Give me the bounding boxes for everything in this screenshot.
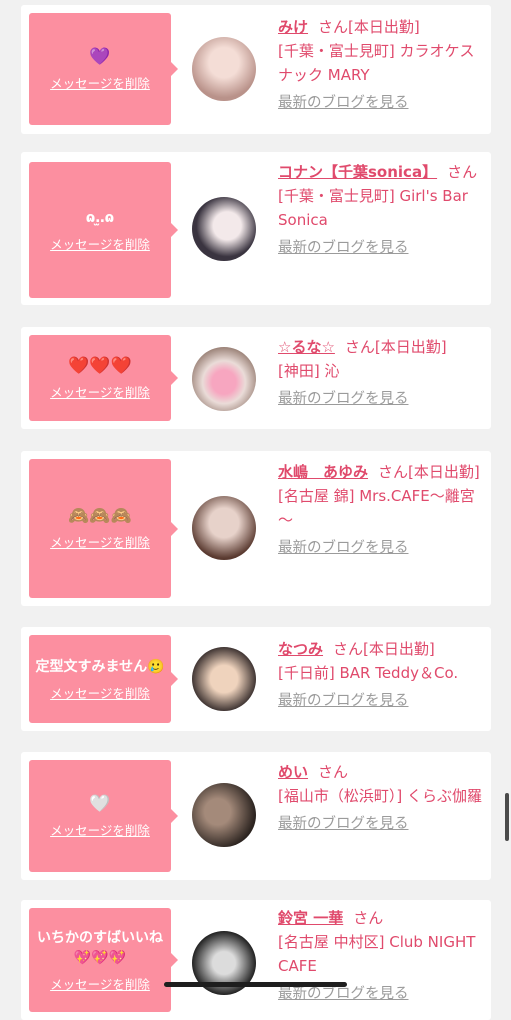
cast-name-link[interactable]: みけ	[278, 18, 308, 36]
cast-info: なつみ さん[本日出勤] [千日前] BAR Teddy＆Co. 最新のブログを見…	[278, 637, 485, 713]
shop-name: [神田] 沁	[278, 362, 340, 380]
honorific: さん	[333, 640, 364, 658]
delete-message-link[interactable]: メッセージを削除	[50, 683, 150, 702]
message-card: 🙈🙈🙈 メッセージを削除 水嶋 あゆみ さん[本日出勤] [名古屋 錦] Mrs.…	[21, 451, 491, 606]
delete-message-link[interactable]: メッセージを削除	[50, 532, 150, 551]
avatar[interactable]	[192, 37, 256, 101]
cast-name-link[interactable]: コナン【千葉sonica】	[278, 163, 437, 181]
message-card: いちかのすばいいね💖💖💖 メッセージを削除 鈴宮 一華 さん [名古屋 中村区] …	[21, 900, 491, 1020]
attendance-status: [本日出勤]	[408, 463, 480, 481]
delete-message-link[interactable]: メッセージを削除	[50, 73, 150, 92]
shop-name: [千葉・富士見町] カラオケスナック MARY	[278, 42, 475, 84]
message-bubble: 💜 メッセージを削除	[29, 13, 178, 125]
latest-blog-link[interactable]: 最新のブログを見る	[278, 236, 485, 260]
latest-blog-link[interactable]: 最新のブログを見る	[278, 536, 485, 560]
shop-name: [千日前] BAR Teddy＆Co.	[278, 664, 459, 682]
message-bubble: ❤️❤️❤️ メッセージを削除	[29, 335, 178, 421]
honorific: さん	[318, 18, 349, 36]
cast-name-link[interactable]: 水嶋 あゆみ	[278, 463, 368, 481]
home-indicator[interactable]	[164, 982, 347, 987]
scroll-indicator[interactable]	[505, 793, 509, 841]
honorific: さん	[378, 463, 409, 481]
message-card: ❤️❤️❤️ メッセージを削除 ☆るな☆ さん[本日出勤] [神田] 沁 最新のブ…	[21, 327, 491, 429]
message-text: 🙈🙈🙈	[68, 506, 132, 526]
message-card: ɷ․̫․ɷ メッセージを削除 コナン【千葉sonica】 さん [千葉・富士見町]…	[21, 152, 491, 305]
message-text: 🤍	[89, 793, 111, 814]
delete-message-link[interactable]: メッセージを削除	[50, 234, 150, 253]
cast-info: 水嶋 あゆみ さん[本日出勤] [名古屋 錦] Mrs.CAFE～離宮～ 最新のブ…	[278, 460, 485, 560]
avatar[interactable]	[192, 783, 256, 847]
cast-name-link[interactable]: なつみ	[278, 640, 323, 658]
message-bubble: いちかのすばいいね💖💖💖 メッセージを削除	[29, 908, 178, 1012]
delete-message-link[interactable]: メッセージを削除	[50, 974, 150, 993]
delete-message-link[interactable]: メッセージを削除	[50, 820, 150, 839]
cast-name-link[interactable]: めい	[278, 763, 308, 781]
message-text: 💜	[89, 46, 111, 67]
message-card: 🤍 メッセージを削除 めい さん [福山市（松浜町）] くらぶ伽羅 最新のブログを…	[21, 752, 491, 880]
latest-blog-link[interactable]: 最新のブログを見る	[278, 387, 485, 411]
message-card: 定型文すみません🥲 メッセージを削除 なつみ さん[本日出勤] [千日前] BAR…	[21, 627, 491, 731]
latest-blog-link[interactable]: 最新のブログを見る	[278, 91, 485, 115]
cast-info: 鈴宮 一華 さん [名古屋 中村区] Club NIGHT CAFE 最新のブログ…	[278, 906, 485, 1006]
shop-name: [千葉・富士見町] Girl's Bar Sonica	[278, 187, 468, 229]
honorific: さん	[353, 909, 384, 927]
latest-blog-link[interactable]: 最新のブログを見る	[278, 689, 485, 713]
cast-info: めい さん [福山市（松浜町）] くらぶ伽羅 最新のブログを見る	[278, 760, 485, 836]
message-text: ❤️❤️❤️	[68, 355, 132, 376]
message-text: いちかのすばいいね💖💖💖	[37, 929, 163, 966]
cast-info: みけ さん[本日出勤] [千葉・富士見町] カラオケスナック MARY 最新のブロ…	[278, 15, 485, 115]
cast-name-link[interactable]: ☆るな☆	[278, 338, 335, 356]
honorific: さん	[344, 338, 375, 356]
cast-info: ☆るな☆ さん[本日出勤] [神田] 沁 最新のブログを見る	[278, 335, 485, 411]
message-bubble: 🙈🙈🙈 メッセージを削除	[29, 459, 178, 598]
honorific: さん	[318, 763, 349, 781]
message-text: 定型文すみません🥲	[35, 658, 165, 675]
message-text: ɷ․̫․ɷ	[85, 209, 115, 226]
avatar[interactable]	[192, 647, 256, 711]
attendance-status: [本日出勤]	[363, 640, 435, 658]
shop-name: [名古屋 中村区] Club NIGHT CAFE	[278, 933, 476, 975]
latest-blog-link[interactable]: 最新のブログを見る	[278, 812, 485, 836]
message-bubble: ɷ․̫․ɷ メッセージを削除	[29, 162, 178, 298]
attendance-status: [本日出勤]	[348, 18, 420, 36]
cast-name-link[interactable]: 鈴宮 一華	[278, 909, 343, 927]
message-bubble: 🤍 メッセージを削除	[29, 760, 178, 872]
honorific: さん	[447, 163, 478, 181]
message-card: 💜 メッセージを削除 みけ さん[本日出勤] [千葉・富士見町] カラオケスナック…	[21, 5, 491, 134]
avatar[interactable]	[192, 197, 256, 261]
attendance-status: [本日出勤]	[374, 338, 447, 356]
shop-name: [福山市（松浜町）] くらぶ伽羅	[278, 787, 482, 805]
delete-message-link[interactable]: メッセージを削除	[50, 382, 150, 401]
avatar[interactable]	[192, 496, 256, 560]
cast-info: コナン【千葉sonica】 さん [千葉・富士見町] Girl's Bar Son…	[278, 160, 485, 260]
shop-name: [名古屋 錦] Mrs.CAFE～離宮～	[278, 487, 475, 529]
avatar[interactable]	[192, 347, 256, 411]
message-bubble: 定型文すみません🥲 メッセージを削除	[29, 635, 178, 723]
